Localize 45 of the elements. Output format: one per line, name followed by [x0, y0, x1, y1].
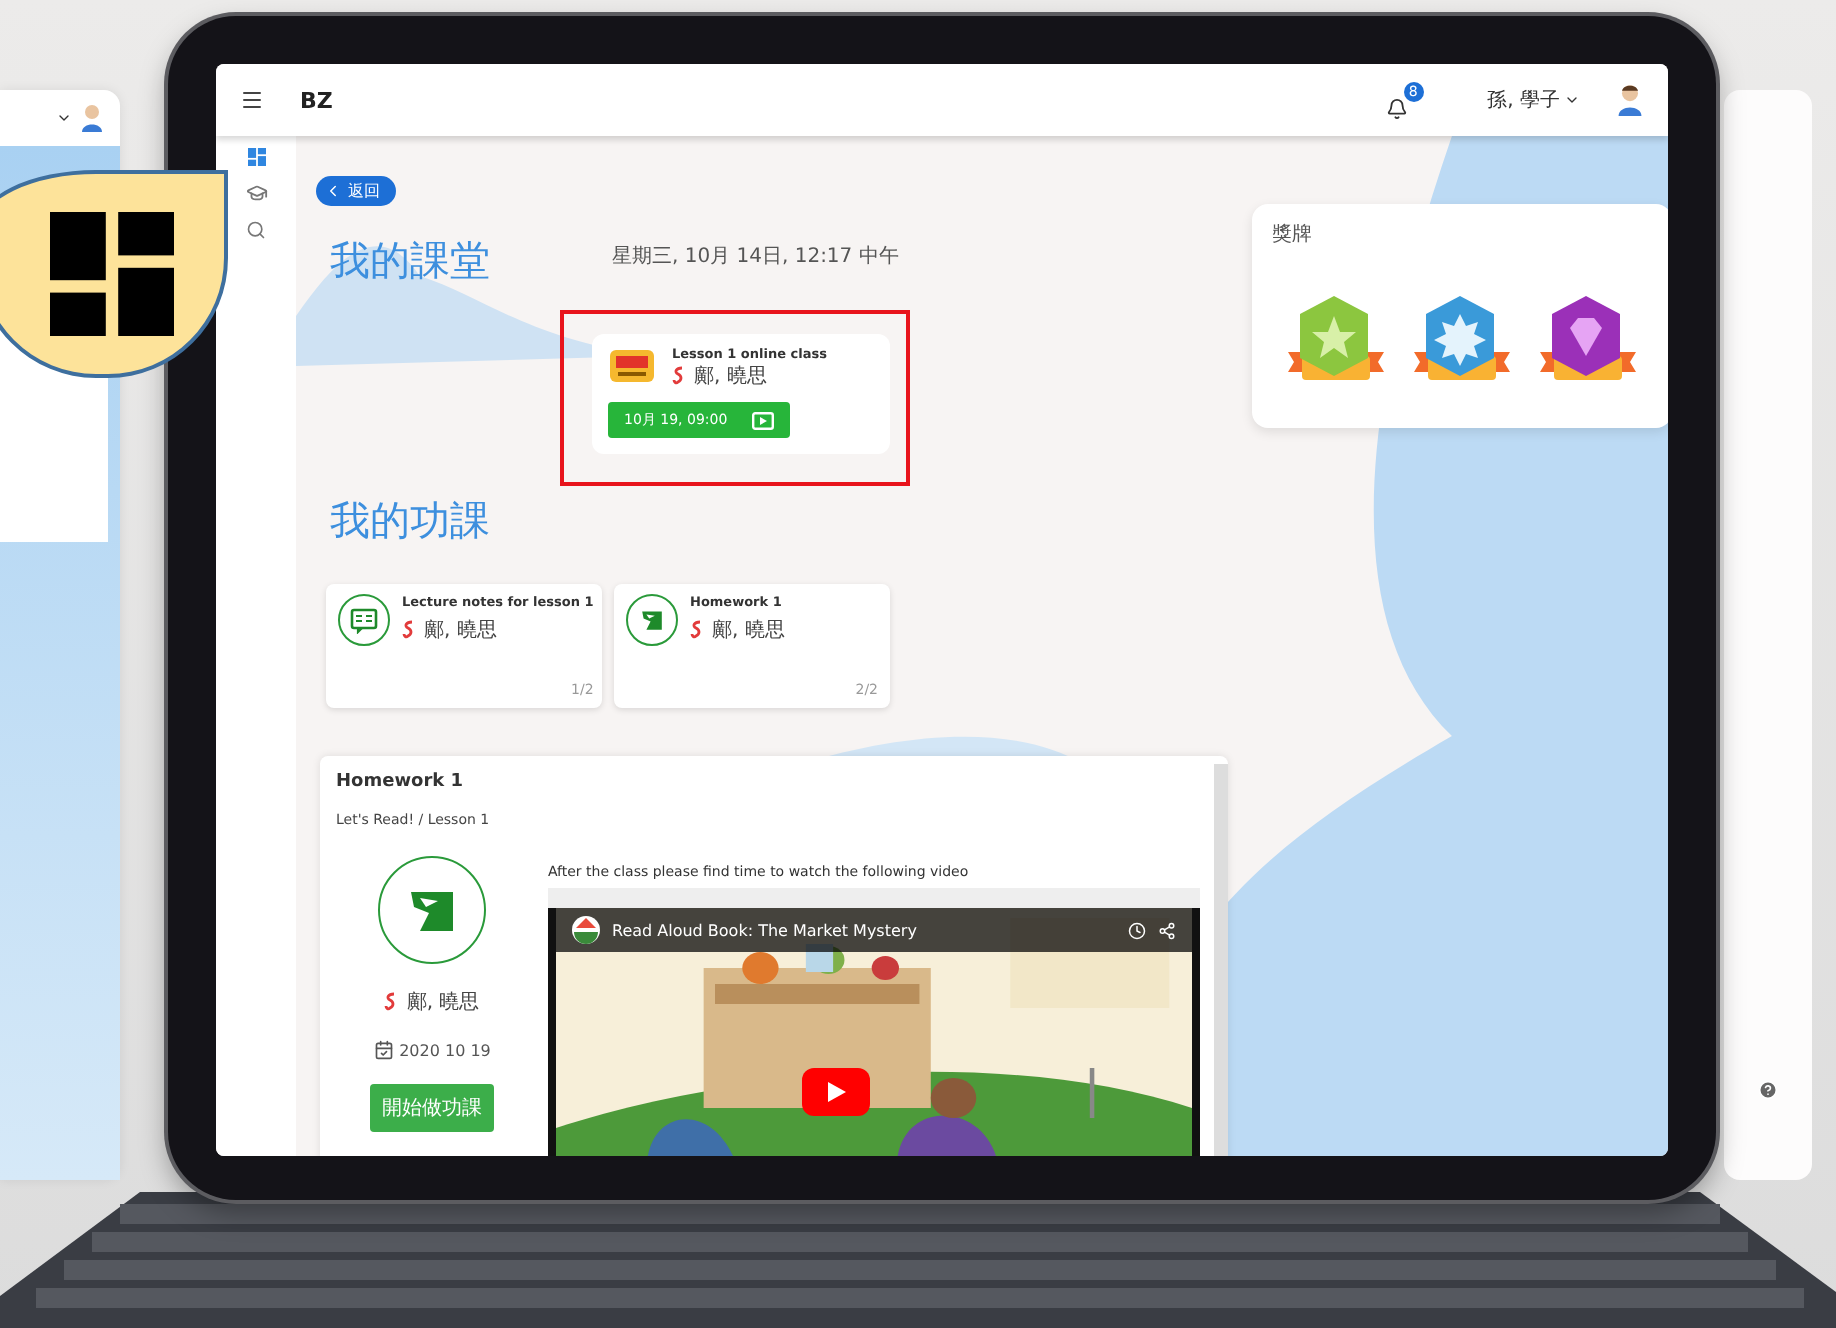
share-icon[interactable]: [1158, 921, 1176, 939]
play-icon: [826, 1082, 846, 1102]
search-icon: [246, 220, 266, 240]
date-time: 星期三, 10月 14日, 12:17 中午: [610, 243, 901, 270]
play-button[interactable]: [802, 1068, 870, 1116]
section-title: 我的課堂: [328, 234, 490, 288]
chevron-left-icon: [324, 182, 342, 200]
help-icon[interactable]: [1758, 1080, 1778, 1100]
play-screen-icon: [751, 411, 774, 429]
teacher-name: 鄺, 曉思: [424, 617, 497, 644]
rail-button[interactable]: [246, 220, 266, 240]
homework-icon: [638, 606, 666, 634]
medals-title: 獎牌: [1272, 221, 1314, 248]
caret-icon: [56, 110, 72, 126]
teacher-logo-icon: [384, 992, 399, 1012]
video-player[interactable]: Read Aloud Book: The Market Mystery: [548, 908, 1200, 1156]
caret-icon: [1564, 92, 1580, 108]
section-title: 我的功課: [328, 494, 490, 548]
back-button[interactable]: 返回: [316, 176, 396, 206]
scrollbar[interactable]: [1214, 764, 1228, 1156]
lesson-icon: [608, 346, 656, 386]
clock-icon[interactable]: [1128, 921, 1146, 939]
teacher-name: 鄺, 曉思: [694, 363, 767, 390]
rail-button[interactable]: [247, 148, 265, 166]
bell-icon[interactable]: [1385, 97, 1408, 119]
detail-title: Homework 1: [336, 772, 466, 792]
teacher-logo-icon: [672, 366, 686, 386]
avatar-icon: [80, 104, 104, 132]
teacher-name: 鄺, 曉思: [712, 617, 785, 644]
notes-icon: [350, 606, 378, 634]
dashboard-icon: [247, 148, 265, 166]
avatar-icon: [1616, 84, 1644, 116]
teacher-logo-icon: [402, 620, 416, 640]
menu-icon[interactable]: [240, 88, 264, 112]
dashboard-icon: [50, 212, 174, 336]
video-title: Read Aloud Book: The Market Mystery: [612, 921, 919, 939]
graduation-cap-icon: [245, 182, 267, 204]
rail-button[interactable]: [245, 182, 267, 204]
teacher-name: 鄺, 曉思: [406, 989, 480, 1016]
channel-logo-icon: [572, 916, 600, 944]
teacher-logo-icon: [690, 620, 704, 640]
calendar-icon: [373, 1040, 394, 1060]
logo: BZ: [300, 87, 335, 113]
due-date: 2020 10 19: [399, 1041, 491, 1059]
user-menu[interactable]: 孫, 學子: [1487, 86, 1580, 114]
